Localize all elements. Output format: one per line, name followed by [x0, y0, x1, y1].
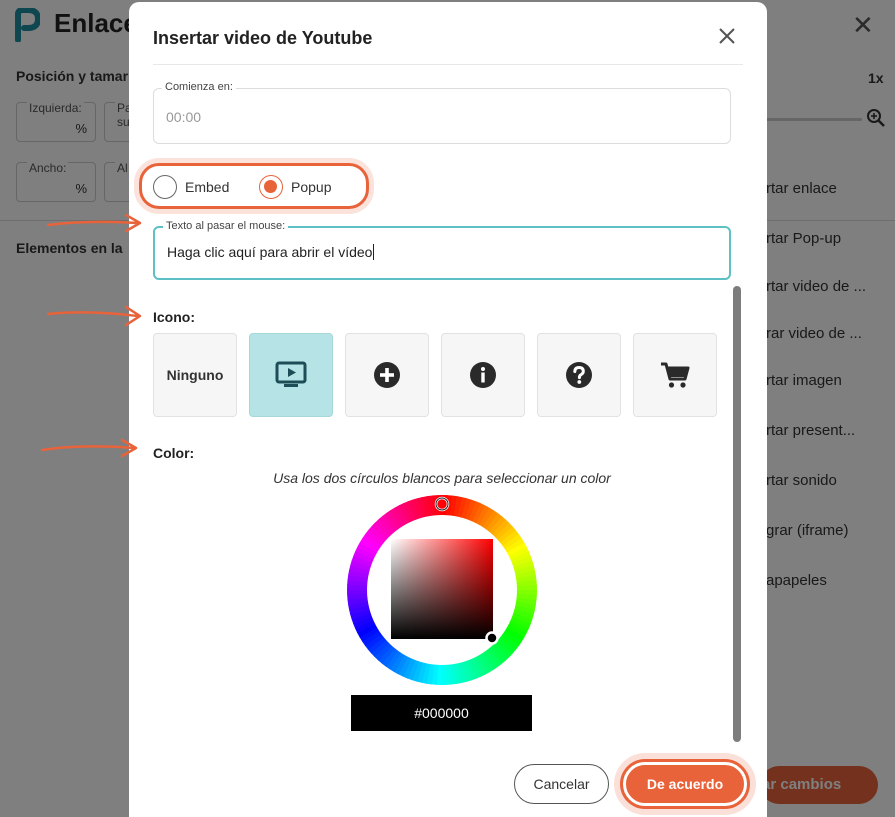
color-hex-value: #000000	[351, 695, 532, 731]
hover-text-value: Haga clic aquí para abrir el vídeo	[167, 244, 373, 260]
icon-option-info[interactable]	[441, 333, 525, 417]
start-time-placeholder: 00:00	[166, 109, 202, 125]
plus-circle-icon	[374, 362, 400, 388]
icon-option-video[interactable]	[249, 333, 333, 417]
shopping-cart-icon	[661, 362, 690, 388]
color-picker-wheel[interactable]	[347, 495, 537, 685]
popup-radio[interactable]: Popup	[259, 175, 331, 199]
icon-option-none[interactable]: Ninguno	[153, 333, 237, 417]
info-circle-icon	[470, 362, 496, 388]
question-circle-icon	[566, 362, 592, 388]
text-caret	[373, 244, 375, 260]
start-time-field[interactable]: Comienza en: 00:00	[153, 81, 731, 144]
icon-section-label: Icono:	[153, 309, 195, 325]
dialog-scrollbar[interactable]	[733, 286, 741, 742]
display-mode-radio-group: Embed Popup	[139, 163, 369, 209]
popup-radio-label: Popup	[291, 179, 332, 195]
dialog-title: Insertar video de Youtube	[153, 28, 373, 48]
icon-option-cart[interactable]	[633, 333, 717, 417]
embed-radio-circle[interactable]	[153, 175, 177, 199]
close-icon[interactable]	[715, 24, 739, 48]
annotation-arrow-icon	[46, 305, 142, 327]
dialog-divider	[153, 64, 743, 65]
icon-option-none-label: Ninguno	[166, 367, 224, 383]
video-screen-icon	[275, 361, 307, 387]
hover-text-field[interactable]: Texto al pasar el mouse: Haga clic aquí …	[153, 220, 731, 280]
annotation-arrow-color	[40, 438, 138, 458]
color-section-label: Color:	[153, 445, 195, 461]
hover-text-value-wrap: Haga clic aquí para abrir el vídeo	[167, 244, 375, 260]
embed-radio-label: Embed	[185, 179, 230, 195]
color-hint-text: Usa los dos círculos blancos para selecc…	[273, 470, 611, 486]
ok-button[interactable]: De acuerdo	[623, 762, 747, 806]
hover-text-label: Texto al pasar el mouse:	[163, 220, 289, 232]
start-time-label: Comienza en:	[162, 81, 236, 93]
popup-radio-circle[interactable]	[259, 175, 283, 199]
shade-handle[interactable]	[485, 631, 499, 645]
icon-option-question[interactable]	[537, 333, 621, 417]
annotation-arrow-hover-text	[46, 213, 142, 233]
youtube-video-dialog: Insertar video de Youtube Comienza en: 0…	[129, 2, 767, 817]
embed-radio[interactable]: Embed	[153, 175, 229, 199]
icon-option-plus[interactable]	[345, 333, 429, 417]
value-overlay	[391, 539, 493, 639]
cancel-button[interactable]: Cancelar	[514, 764, 609, 804]
